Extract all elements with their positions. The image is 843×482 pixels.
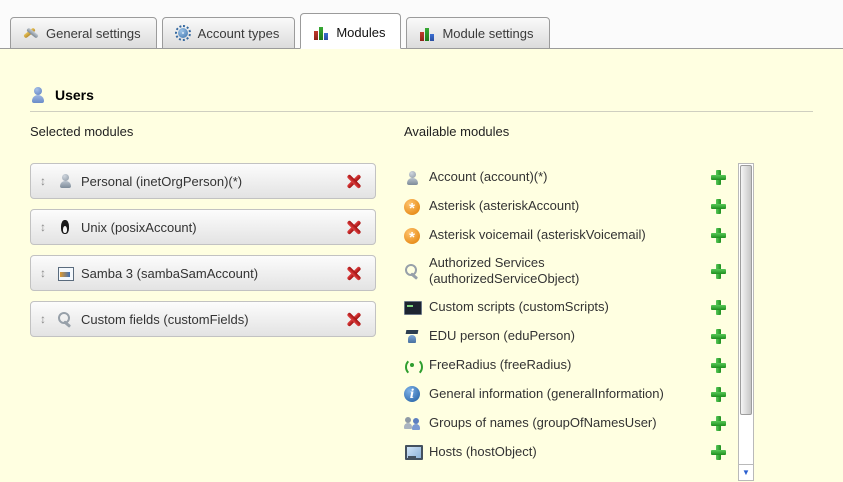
remove-module-button[interactable]	[346, 266, 361, 281]
available-module-row-freeradius: FreeRadius (freeRadius)	[404, 351, 736, 380]
person-icon	[404, 170, 420, 186]
graduate-icon	[404, 328, 420, 344]
drag-handle-icon[interactable]: ↕	[37, 266, 49, 280]
scroll-down-button[interactable]: ▼	[739, 464, 753, 480]
available-module-row-custom-scripts: Custom scripts (customScripts)	[404, 293, 736, 322]
available-module-row-asterisk-voicemail: Asterisk voicemail (asteriskVoicemail)	[404, 221, 736, 250]
available-module-row-general-information: General information (generalInformation)	[404, 380, 736, 409]
tab-modules[interactable]: Modules	[300, 13, 401, 49]
group-icon	[404, 415, 420, 431]
available-module-row-groups-of-names: Groups of names (groupOfNamesUser)	[404, 409, 736, 438]
chart-icon	[419, 25, 435, 41]
selected-modules-column: Selected modules ↕ Personal (inetOrgPers…	[30, 124, 376, 481]
drag-handle-icon[interactable]: ↕	[37, 312, 49, 326]
tab-label: Account types	[198, 26, 280, 41]
add-module-button[interactable]	[711, 170, 726, 185]
module-label: Custom fields (customFields)	[81, 312, 249, 327]
module-label: Asterisk (asteriskAccount)	[429, 198, 579, 214]
tools-icon	[23, 25, 39, 41]
module-label: FreeRadius (freeRadius)	[429, 357, 571, 373]
add-module-button[interactable]	[711, 445, 726, 460]
asterisk-icon	[404, 199, 420, 215]
add-module-button[interactable]	[711, 416, 726, 431]
add-module-button[interactable]	[711, 228, 726, 243]
add-module-button[interactable]	[711, 329, 726, 344]
penguin-icon	[57, 219, 73, 235]
user-icon	[30, 87, 46, 103]
samba-icon	[57, 265, 73, 281]
remove-module-button[interactable]	[346, 174, 361, 189]
available-modules-list: Account (account)(*) Asterisk (asteriskA…	[404, 163, 736, 467]
drag-handle-icon[interactable]: ↕	[37, 220, 49, 234]
down-arrow-icon: ▼	[742, 468, 750, 477]
users-section-header: Users	[30, 87, 813, 103]
module-label: EDU person (eduPerson)	[429, 328, 575, 344]
scrollbar-thumb[interactable]	[740, 165, 752, 415]
modules-tab-content: Users Selected modules ↕ Personal (inetO…	[0, 87, 843, 481]
available-module-row-hosts: Hosts (hostObject)	[404, 438, 736, 467]
module-label: Groups of names (groupOfNamesUser)	[429, 415, 657, 431]
asterisk-icon	[404, 228, 420, 244]
module-label: Unix (posixAccount)	[81, 220, 197, 235]
add-module-button[interactable]	[711, 300, 726, 315]
gear-icon	[175, 25, 191, 41]
selected-module-row-personal[interactable]: ↕ Personal (inetOrgPerson)(*)	[30, 163, 376, 199]
remove-module-button[interactable]	[346, 220, 361, 235]
module-label: Samba 3 (sambaSamAccount)	[81, 266, 258, 281]
module-label: Asterisk voicemail (asteriskVoicemail)	[429, 227, 646, 243]
chart-icon	[313, 24, 329, 40]
drag-handle-icon[interactable]: ↕	[37, 174, 49, 188]
person-icon	[57, 173, 73, 189]
scrollbar-track[interactable]	[739, 416, 753, 464]
tab-module-settings[interactable]: Module settings	[406, 17, 549, 49]
module-label: General information (generalInformation)	[429, 386, 664, 402]
selected-modules-heading: Selected modules	[30, 124, 376, 139]
add-module-button[interactable]	[711, 387, 726, 402]
selected-module-row-samba[interactable]: ↕ Samba 3 (sambaSamAccount)	[30, 255, 376, 291]
module-columns: Selected modules ↕ Personal (inetOrgPers…	[30, 124, 813, 481]
signal-icon	[404, 357, 420, 373]
computer-icon	[404, 444, 420, 460]
info-icon	[404, 386, 420, 402]
available-module-row-account: Account (account)(*)	[404, 163, 736, 192]
available-module-row-authorized-services: Authorized Services (authorizedServiceOb…	[404, 250, 736, 293]
tab-account-types[interactable]: Account types	[162, 17, 296, 49]
tab-label: Modules	[336, 25, 385, 40]
lam-configuration-page: General settings Account types Modules M…	[0, 0, 843, 482]
add-module-button[interactable]	[711, 199, 726, 214]
section-title: Users	[55, 87, 94, 103]
tab-bar: General settings Account types Modules M…	[0, 0, 843, 49]
available-module-row-asterisk: Asterisk (asteriskAccount)	[404, 192, 736, 221]
module-label: Authorized Services (authorizedServiceOb…	[429, 255, 681, 288]
available-modules-heading: Available modules	[404, 124, 813, 139]
terminal-icon	[404, 299, 420, 315]
section-divider	[30, 111, 813, 112]
module-label: Account (account)(*)	[429, 169, 548, 185]
tab-label: Module settings	[442, 26, 533, 41]
scrollbar[interactable]: ▼	[738, 163, 754, 481]
available-modules-body: Account (account)(*) Asterisk (asteriskA…	[404, 163, 813, 481]
selected-module-row-unix[interactable]: ↕ Unix (posixAccount)	[30, 209, 376, 245]
module-label: Hosts (hostObject)	[429, 444, 537, 460]
tab-general-settings[interactable]: General settings	[10, 17, 157, 49]
add-module-button[interactable]	[711, 358, 726, 373]
keys-icon	[57, 311, 73, 327]
module-label: Custom scripts (customScripts)	[429, 299, 609, 315]
keys-icon	[404, 263, 420, 279]
selected-module-row-custom-fields[interactable]: ↕ Custom fields (customFields)	[30, 301, 376, 337]
module-label: Personal (inetOrgPerson)(*)	[81, 174, 242, 189]
remove-module-button[interactable]	[346, 312, 361, 327]
add-module-button[interactable]	[711, 264, 726, 279]
available-modules-column: Available modules Account (account)(*) A…	[404, 124, 813, 481]
tab-label: General settings	[46, 26, 141, 41]
available-module-row-edu-person: EDU person (eduPerson)	[404, 322, 736, 351]
